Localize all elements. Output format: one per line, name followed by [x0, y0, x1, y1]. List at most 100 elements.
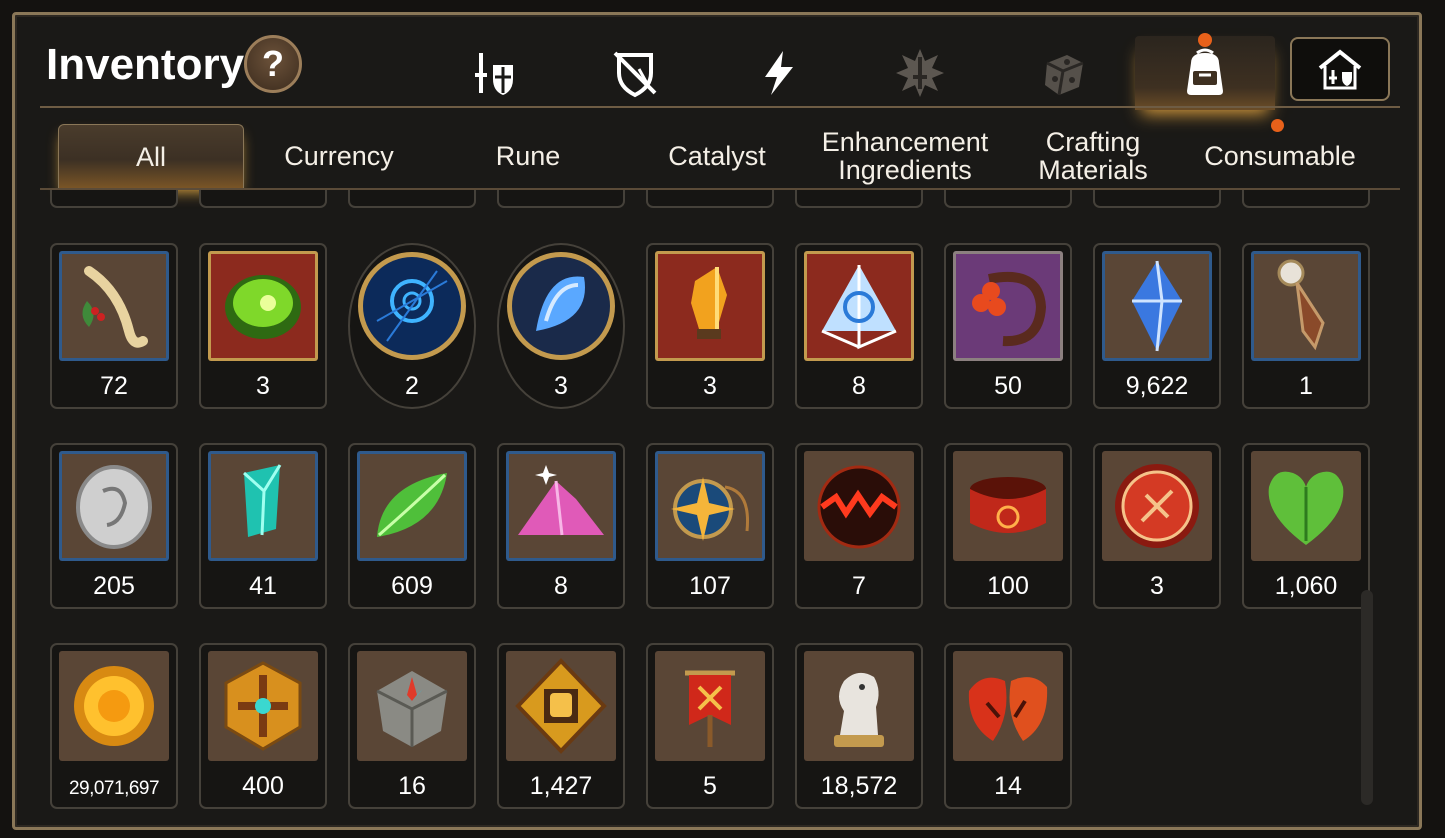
item-slot[interactable]: 2	[348, 243, 476, 409]
broken-shield-icon[interactable]	[600, 38, 670, 108]
item-count: 3	[1150, 572, 1164, 600]
pink-sand-icon	[506, 451, 616, 561]
subtab-rune[interactable]: Rune	[433, 124, 623, 188]
item-count: 609	[391, 572, 433, 600]
item-count: 72	[100, 372, 128, 400]
item-slot[interactable]: 3	[646, 243, 774, 409]
item-slot[interactable]	[199, 190, 327, 208]
subtab-all[interactable]: All	[58, 124, 244, 188]
red-banner-icon	[655, 651, 765, 761]
subtab-crafting-materials[interactable]: Crafting Materials	[998, 124, 1188, 188]
item-count: 8	[852, 372, 866, 400]
item-slot[interactable]: 41	[199, 443, 327, 609]
scrollbar[interactable]	[1361, 590, 1373, 805]
item-count: 8	[554, 572, 568, 600]
item-count: 16	[398, 772, 426, 800]
stone-compass-icon	[357, 651, 467, 761]
item-count: 3	[703, 372, 717, 400]
item-slot[interactable]: 1	[1242, 243, 1370, 409]
item-count: 205	[93, 572, 135, 600]
red-badge-icon	[1102, 451, 1212, 561]
subtab-currency[interactable]: Currency	[244, 124, 434, 188]
item-count: 14	[994, 772, 1022, 800]
triquetra-crystal-icon	[804, 251, 914, 361]
dice-icon[interactable]	[1028, 38, 1098, 108]
blue-gem-icon	[1102, 251, 1212, 361]
backpack-tab[interactable]	[1135, 36, 1275, 110]
item-count: 9,622	[1125, 372, 1189, 400]
page-title: Inventory	[46, 40, 245, 89]
subtab-catalyst[interactable]: Catalyst	[622, 124, 812, 188]
consumable-notification-dot	[1271, 119, 1284, 132]
item-slot[interactable]: 205	[50, 443, 178, 609]
item-slot[interactable]: 107	[646, 443, 774, 609]
subtab-consumable[interactable]: Consumable	[1185, 124, 1375, 188]
item-slot[interactable]	[348, 190, 476, 208]
gold-emblem-icon	[208, 651, 318, 761]
item-slot[interactable]: 8	[497, 443, 625, 609]
amber-crystal-icon	[655, 251, 765, 361]
teal-crystal-icon	[208, 451, 318, 561]
item-count: 3	[256, 372, 270, 400]
item-count: 100	[987, 572, 1029, 600]
item-slot[interactable]: 9,622	[1093, 243, 1221, 409]
item-slot[interactable]	[795, 190, 923, 208]
item-slot[interactable]: 1,427	[497, 643, 625, 809]
item-count: 41	[249, 572, 277, 600]
item-slot[interactable]	[944, 190, 1072, 208]
item-slot[interactable]: 72	[50, 243, 178, 409]
item-slot[interactable]: 1,060	[1242, 443, 1370, 609]
compass-star-icon	[655, 451, 765, 561]
red-bracelet-icon	[953, 451, 1063, 561]
lava-orb-icon	[804, 451, 914, 561]
item-slot[interactable]: 5	[646, 643, 774, 809]
gold-coin-icon	[59, 651, 169, 761]
ginseng-root-icon	[59, 251, 169, 361]
item-slot[interactable]: 609	[348, 443, 476, 609]
fist-medal-icon	[506, 651, 616, 761]
item-count: 3	[554, 372, 568, 400]
armory-button[interactable]	[1290, 37, 1390, 101]
item-slot[interactable]: 16	[348, 643, 476, 809]
sword-shield-icon[interactable]	[458, 38, 528, 108]
item-slot[interactable]	[497, 190, 625, 208]
item-slot[interactable]: 8	[795, 243, 923, 409]
item-grid: 72 3 2 3 3 8 50 9,622 1 205 41 609 8 107…	[48, 190, 1378, 820]
item-slot[interactable]	[646, 190, 774, 208]
chess-knight-icon	[804, 651, 914, 761]
item-count: 18,572	[820, 772, 898, 800]
item-slot[interactable]	[50, 190, 178, 208]
lightning-icon[interactable]	[744, 38, 814, 108]
item-count: 29,071,697	[68, 778, 160, 799]
item-count: 1,060	[1274, 572, 1338, 600]
red-leaves-icon	[953, 651, 1063, 761]
silver-coin-icon	[59, 451, 169, 561]
blue-rune-circle-icon	[357, 251, 467, 361]
item-slot[interactable]: 400	[199, 643, 327, 809]
item-slot[interactable]	[1242, 190, 1370, 208]
blue-crystal-shard-icon	[506, 251, 616, 361]
item-count: 50	[994, 372, 1022, 400]
item-slot[interactable]	[1093, 190, 1221, 208]
item-slot[interactable]: 50	[944, 243, 1072, 409]
header-divider	[40, 106, 1400, 108]
item-slot[interactable]: 7	[795, 443, 923, 609]
item-count: 7	[852, 572, 866, 600]
item-slot[interactable]: 3	[497, 243, 625, 409]
house-armory-icon	[1318, 49, 1362, 90]
green-heart-icon	[1251, 451, 1361, 561]
item-slot[interactable]: 29,071,697	[50, 643, 178, 809]
item-slot[interactable]: 14	[944, 643, 1072, 809]
item-slot[interactable]: 100	[944, 443, 1072, 609]
item-slot[interactable]: 18,572	[795, 643, 923, 809]
pendant-icon	[1251, 251, 1361, 361]
item-count: 107	[689, 572, 731, 600]
backpack-notification-dot	[1198, 33, 1212, 47]
help-button[interactable]: ?	[244, 35, 302, 93]
subtab-enhancement-ingredients[interactable]: Enhancement Ingredients	[810, 124, 1000, 188]
flower-ring-icon	[953, 251, 1063, 361]
backpack-icon	[1187, 48, 1223, 95]
item-slot[interactable]: 3	[1093, 443, 1221, 609]
sword-splash-icon[interactable]	[885, 38, 955, 108]
item-slot[interactable]: 3	[199, 243, 327, 409]
